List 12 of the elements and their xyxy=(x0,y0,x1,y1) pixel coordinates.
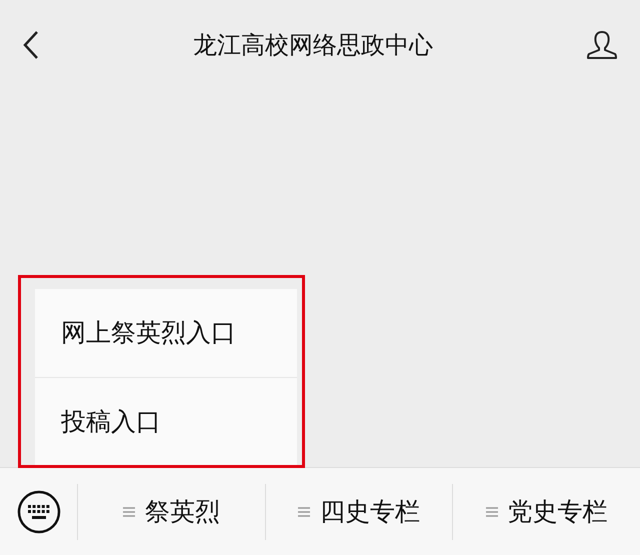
menu-tab[interactable]: 党史专栏 xyxy=(508,492,608,530)
menu-tab[interactable]: 祭英烈 xyxy=(144,492,220,530)
back-icon[interactable] xyxy=(22,30,40,60)
menu-lines-icon xyxy=(298,506,310,518)
menu-lines-icon xyxy=(486,506,498,518)
menu-lines-icon xyxy=(122,506,135,518)
person-icon[interactable] xyxy=(586,30,618,60)
window-title: 龙江高校网络思政中心 xyxy=(193,30,433,61)
menu-item[interactable]: 网上祭英烈入口 xyxy=(35,289,297,377)
menu-item[interactable]: 投稿入口 xyxy=(35,377,297,465)
menu-tab[interactable]: 四史专栏 xyxy=(320,492,420,530)
keyboard-icon[interactable] xyxy=(16,490,60,534)
